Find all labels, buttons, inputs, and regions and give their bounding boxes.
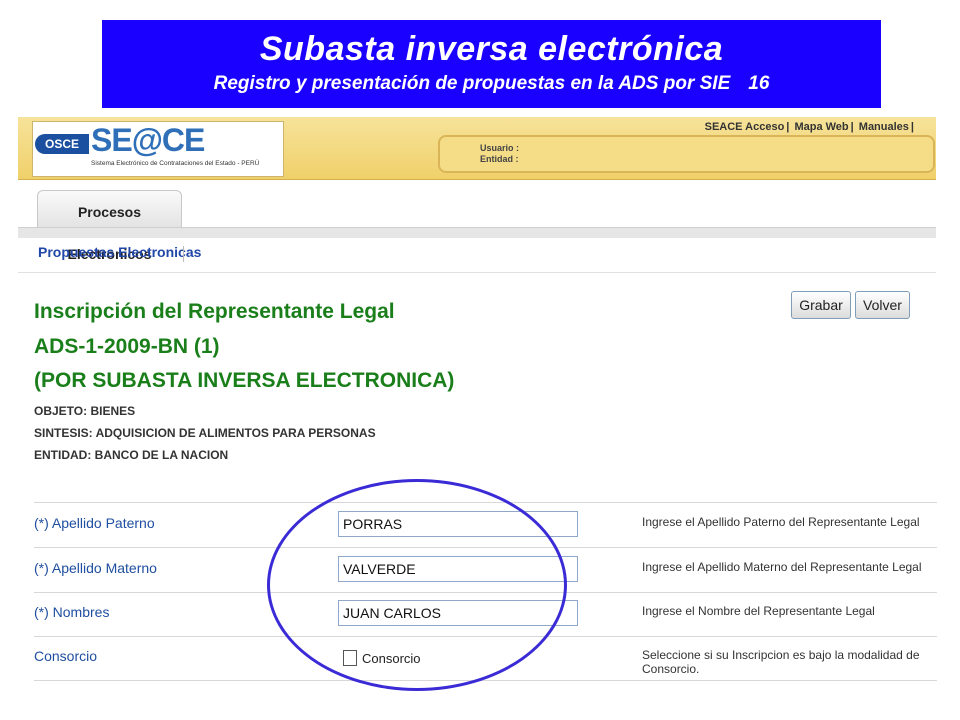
nombres-input[interactable] bbox=[338, 600, 578, 626]
consorcio-checkbox-label[interactable]: Consorcio bbox=[362, 651, 421, 666]
link-mapa-web[interactable]: Mapa Web bbox=[794, 121, 848, 133]
user-info-box: Usuario : Entidad : bbox=[438, 135, 935, 173]
user-label: Usuario : bbox=[480, 143, 520, 153]
app-header: OSCE SE@CE Sistema Electrónico de Contra… bbox=[18, 117, 936, 180]
apellido-materno-help: Ingrese el Apellido Materno del Represen… bbox=[642, 560, 922, 574]
apellido-paterno-label: (*) Apellido Paterno bbox=[34, 515, 155, 531]
apellido-materno-input[interactable] bbox=[338, 556, 578, 582]
tab-strip bbox=[18, 227, 936, 238]
consorcio-help: Seleccione si su Inscripcion es bajo la … bbox=[642, 648, 920, 676]
sintesis-text: SINTESIS: ADQUISICION DE ALIMENTOS PARA … bbox=[34, 426, 376, 440]
top-links: SEACE Acceso | Mapa Web | Manuales | bbox=[704, 121, 914, 133]
subnav-propuestas-electronicas[interactable]: Propuestas Electronicas bbox=[38, 244, 201, 260]
slide-page-number: 16 bbox=[748, 73, 770, 94]
form-row-apellido-paterno: (*) Apellido Paterno Ingrese el Apellido… bbox=[34, 503, 937, 548]
consorcio-checkbox[interactable] bbox=[343, 650, 357, 666]
osce-badge: OSCE bbox=[35, 134, 89, 154]
seace-logo-subtitle: Sistema Electrónico de Contrataciones de… bbox=[91, 160, 260, 167]
tab-procesos-electronicos[interactable]: Procesos Electronicos bbox=[37, 190, 182, 262]
grabar-button[interactable]: Grabar bbox=[791, 291, 851, 319]
seace-logo[interactable]: OSCE SE@CE Sistema Electrónico de Contra… bbox=[32, 121, 284, 177]
nombres-label: (*) Nombres bbox=[34, 604, 110, 620]
apellido-materno-label: (*) Apellido Materno bbox=[34, 560, 157, 576]
nombres-help: Ingrese el Nombre del Representante Lega… bbox=[642, 604, 875, 618]
apellido-paterno-help: Ingrese el Apellido Paterno del Represen… bbox=[642, 515, 920, 529]
link-seace-acceso[interactable]: SEACE Acceso bbox=[705, 121, 785, 133]
form-row-nombres: (*) Nombres Ingrese el Nombre del Repres… bbox=[34, 592, 937, 637]
apellido-paterno-input[interactable] bbox=[338, 511, 578, 537]
form-row-consorcio: Consorcio Consorcio Seleccione si su Ins… bbox=[34, 636, 937, 681]
process-type: (POR SUBASTA INVERSA ELECTRONICA) bbox=[34, 369, 455, 392]
slide-subtitle-text: Registro y presentación de propuestas en… bbox=[213, 73, 731, 94]
form-row-apellido-materno: (*) Apellido Materno Ingrese el Apellido… bbox=[34, 548, 937, 593]
page-title: Inscripción del Representante Legal bbox=[34, 300, 395, 323]
entidad-text: ENTIDAD: BANCO DE LA NACION bbox=[34, 448, 229, 462]
slide-subtitle: Registro y presentación de propuestas en… bbox=[102, 73, 881, 95]
slide-title: Subasta inversa electrónica bbox=[259, 30, 724, 68]
consorcio-label: Consorcio bbox=[34, 648, 98, 664]
entity-label: Entidad : bbox=[480, 154, 519, 164]
seace-logo-text: SE@CE bbox=[91, 122, 205, 158]
volver-button[interactable]: Volver bbox=[855, 291, 910, 319]
process-id: ADS-1-2009-BN (1) bbox=[34, 335, 220, 358]
subnav-divider bbox=[183, 246, 184, 262]
subnav-rule bbox=[18, 272, 936, 273]
objeto-text: OBJETO: BIENES bbox=[34, 404, 136, 418]
slide-banner: Subasta inversa electrónica Registro y p… bbox=[102, 20, 881, 108]
link-manuales[interactable]: Manuales bbox=[859, 121, 909, 133]
